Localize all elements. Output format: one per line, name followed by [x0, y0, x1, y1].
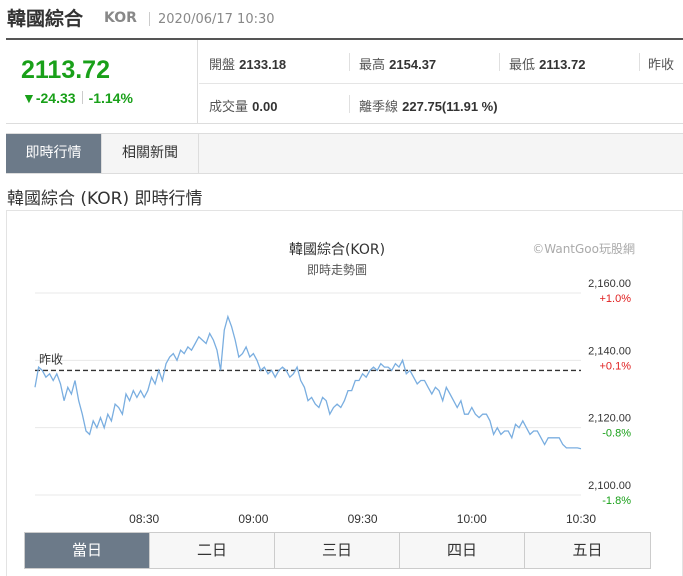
- range-5day-button[interactable]: 五日: [525, 533, 650, 568]
- high-value: 2154.37: [389, 57, 437, 72]
- open-value: 2133.18: [239, 57, 287, 72]
- y-tick-label: 2,160.00: [588, 278, 631, 290]
- title-divider: [149, 12, 150, 26]
- x-tick-label: 08:30: [129, 512, 159, 526]
- chart-title: 韓國綜合(KOR): [289, 242, 385, 258]
- x-tick-label: 09:00: [238, 512, 268, 526]
- x-axis-ticks: 08:30 09:00 09:30 10:00 10:30: [129, 512, 596, 526]
- volume-stat: 成交量 0.00: [209, 96, 277, 115]
- stat-divider: [639, 53, 640, 71]
- low-value: 2113.72: [539, 57, 586, 72]
- prev-close-label: 昨收: [648, 58, 675, 73]
- volume-value: 0.00: [252, 99, 278, 114]
- low-stat: 最低 2113.72: [509, 54, 585, 73]
- stat-divider: [499, 53, 500, 71]
- season-line-stat: 離季線 227.75(11.91 %): [359, 96, 498, 115]
- tab-related-news[interactable]: 相關新聞: [102, 134, 199, 173]
- y-tick-percent: -0.8%: [602, 428, 631, 440]
- y-tick-label: 2,120.00: [588, 413, 631, 425]
- price-series-line: [34, 314, 582, 450]
- x-tick-label: 09:30: [348, 512, 378, 526]
- title-bar: 韓國綜合 KOR 2020/06/17 10:30: [0, 0, 683, 38]
- range-1day-button[interactable]: 當日: [25, 533, 150, 568]
- chart-plot-area: 08:30 09:00 09:30 10:00 10:30 2,160.00+1.0%2…: [34, 242, 635, 526]
- change-percent: -1.14%: [88, 90, 133, 106]
- x-tick-label: 10:00: [457, 512, 487, 526]
- quote-summary: 2113.72 ▼-24.33 -1.14% 開盤 2133.18 最高 2154…: [6, 38, 683, 124]
- chart-watermark: ©WantGoo玩股網: [532, 242, 635, 256]
- range-selector: 當日 二日 三日 四日 五日: [24, 532, 651, 569]
- season-line-label: 離季線: [359, 100, 399, 115]
- stat-row-divider: [199, 83, 683, 84]
- y-tick-label: 2,100.00: [588, 480, 631, 492]
- chart-subtitle: 即時走勢圖: [307, 262, 367, 277]
- section-title: 韓國綜合 (KOR) 即時行情: [7, 189, 203, 209]
- stat-divider: [349, 95, 350, 113]
- volume-label: 成交量: [209, 100, 249, 115]
- x-tick-label: 10:30: [566, 512, 596, 526]
- range-4day-button[interactable]: 四日: [400, 533, 525, 568]
- price-change: ▼-24.33 -1.14%: [22, 90, 133, 106]
- y-axis-ticks: 2,160.00 +1.0% 2,140.00 +0.1% 2,120.00 -0.8% 2…: [588, 278, 631, 507]
- high-label: 最高: [359, 58, 386, 73]
- last-price: 2113.72: [21, 56, 110, 84]
- season-line-value: 227.75(11.91 %): [402, 99, 498, 114]
- range-3day-button[interactable]: 三日: [275, 533, 400, 568]
- open-label: 開盤: [209, 58, 236, 73]
- tab-realtime-quote[interactable]: 即時行情: [6, 134, 102, 173]
- chart-grid: [35, 292, 581, 496]
- open-stat: 開盤 2133.18: [209, 54, 286, 73]
- y-tick-label: 2,140.00: [588, 345, 631, 357]
- low-label: 最低: [509, 58, 536, 73]
- prev-close-reference-label: 昨收: [39, 352, 63, 366]
- content-tabs: 即時行情 相關新聞: [6, 133, 683, 174]
- prev-close-stat: 昨收: [648, 54, 674, 73]
- range-2day-button[interactable]: 二日: [150, 533, 275, 568]
- intraday-chart-panel: 08:30 09:00 09:30 10:00 10:30 2,160.00 +1.0% 2…: [6, 210, 683, 576]
- y-tick-percent: -1.8%: [602, 495, 631, 507]
- high-stat: 最高 2154.37: [359, 54, 436, 73]
- quote-datetime: 2020/06/17 10:30: [158, 12, 275, 27]
- stat-divider: [349, 53, 350, 71]
- change-divider: [81, 91, 83, 104]
- y-tick-percent: +1.0%: [600, 293, 632, 305]
- price-panel: 2113.72 ▼-24.33 -1.14%: [6, 40, 198, 124]
- index-name: 韓國綜合: [7, 8, 84, 30]
- y-tick-percent: +0.1%: [600, 360, 632, 372]
- index-symbol: KOR: [104, 10, 137, 26]
- change-value: ▼-24.33: [22, 90, 76, 106]
- intraday-chart: 08:30 09:00 09:30 10:00 10:30 2,160.00+1.0%2…: [34, 242, 635, 526]
